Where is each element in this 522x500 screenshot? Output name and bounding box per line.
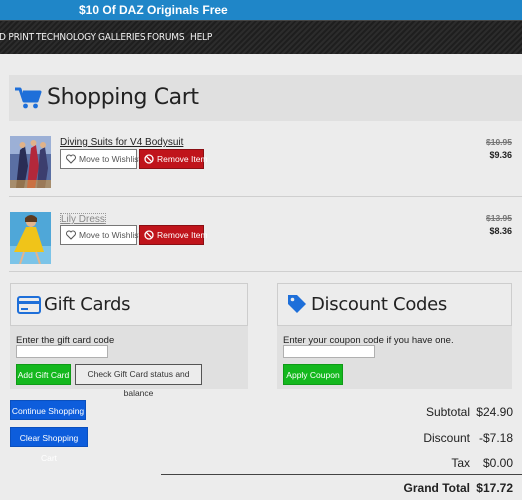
ban-icon (144, 154, 154, 164)
nav-item-print[interactable]: D PRINT (0, 32, 34, 43)
remove-item-button[interactable]: Remove Item (139, 225, 208, 245)
discount-value: -$7.18 (478, 431, 513, 445)
discount-codes-panel: Discount Codes Enter your coupon code if… (277, 283, 512, 389)
heart-icon (66, 230, 76, 240)
sale-price: $8.36 (489, 226, 512, 236)
product-thumbnail[interactable] (10, 212, 51, 264)
product-thumbnail[interactable] (10, 136, 51, 188)
main-nav: D PRINT TECHNOLOGY GALLERIES FORUMS HELP (0, 20, 522, 54)
remove-item-button[interactable]: Remove Item (139, 149, 208, 169)
promo-text[interactable]: $10 Of DAZ Originals Free (79, 1, 228, 19)
gift-card-input[interactable] (16, 345, 108, 358)
discount-codes-title: Discount Codes (311, 294, 448, 315)
check-gift-card-button[interactable]: Check Gift Card status and balance (75, 364, 202, 398)
remove-label: Remove Item (157, 154, 208, 164)
sale-price: $9.36 (489, 150, 512, 160)
nav-item-help[interactable]: HELP (190, 32, 212, 43)
cart-header: Shopping Cart (9, 75, 522, 121)
ban-icon (144, 230, 154, 240)
subtotal-label: Subtotal (425, 405, 470, 419)
wishlist-label: Move to Wishlist (79, 230, 141, 240)
heart-icon (66, 154, 76, 164)
move-to-wishlist-button[interactable]: Move to Wishlist (60, 149, 141, 169)
add-gift-card-button[interactable]: Add Gift Card (16, 364, 71, 385)
tax-label: Tax (451, 456, 470, 470)
nav-item-forums[interactable]: FORUMS (147, 32, 185, 43)
product-name-link[interactable]: Diving Suits for V4 Bodysuit (60, 137, 183, 148)
credit-card-icon (17, 296, 41, 314)
tax-value: $0.00 (482, 456, 513, 470)
discount-label: Discount (423, 431, 470, 445)
item-divider (9, 271, 522, 272)
move-to-wishlist-button[interactable]: Move to Wishlist (60, 225, 141, 245)
nav-item-technology[interactable]: TECHNOLOGY (36, 32, 96, 43)
totals-divider (161, 474, 522, 475)
clear-cart-button[interactable]: Clear Shopping Cart (10, 427, 88, 463)
nav-item-galleries[interactable]: GALLERIES (98, 32, 146, 43)
promo-banner[interactable]: $10 Of DAZ Originals Free (0, 0, 522, 20)
gift-cards-title: Gift Cards (44, 294, 131, 315)
apply-coupon-button[interactable]: Apply Coupon (283, 364, 343, 385)
shopping-cart-icon (15, 87, 42, 109)
original-price: $13.95 (486, 213, 512, 223)
remove-label: Remove Item (157, 230, 208, 240)
coupon-input[interactable] (283, 345, 375, 358)
wishlist-label: Move to Wishlist (79, 154, 141, 164)
continue-shopping-button[interactable]: Continue Shopping (10, 400, 86, 420)
subtotal-value: $24.90 (476, 405, 513, 419)
grand-total-label: Grand Total (403, 481, 470, 495)
item-divider (9, 196, 522, 197)
original-price: $10.95 (486, 137, 512, 147)
discount-codes-header: Discount Codes (277, 283, 512, 326)
gift-cards-header: Gift Cards (10, 283, 248, 326)
tag-icon (288, 295, 306, 313)
grand-total-value: $17.72 (476, 481, 513, 495)
gift-cards-panel: Gift Cards Enter the gift card code Add … (10, 283, 248, 398)
page-title: Shopping Cart (47, 85, 199, 110)
